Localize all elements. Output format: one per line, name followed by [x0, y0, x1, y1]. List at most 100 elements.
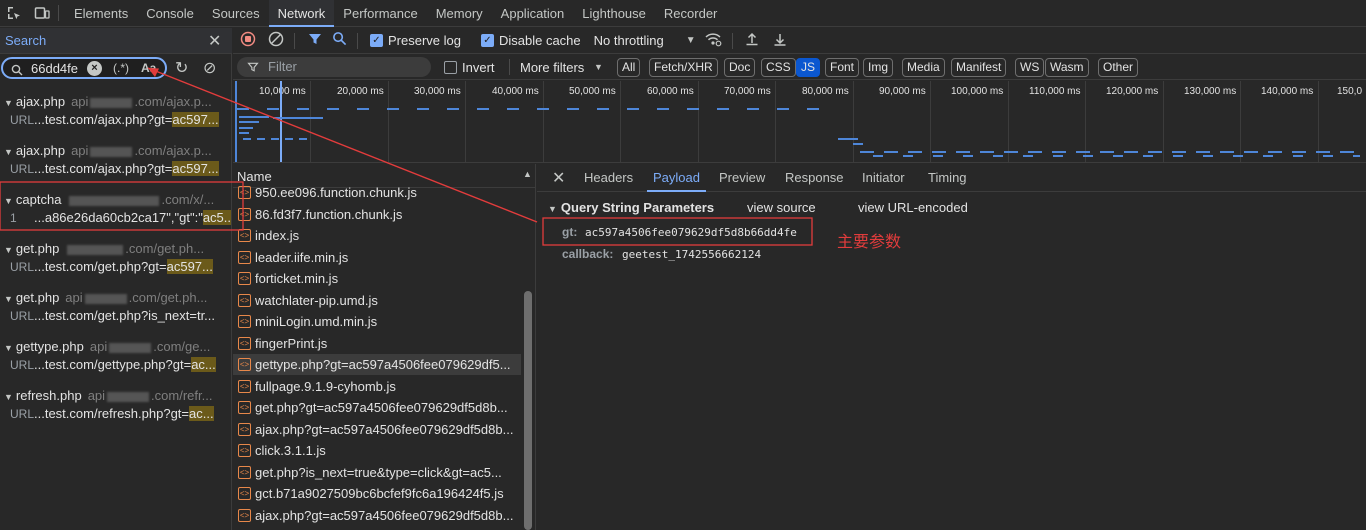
type-filter-ws[interactable]: WS — [1015, 58, 1045, 77]
tab-preview[interactable]: Preview — [713, 164, 771, 192]
invert-checkbox[interactable] — [444, 61, 457, 74]
export-har-icon[interactable] — [773, 32, 787, 50]
request-row[interactable]: <> get.php?gt=ac597a4506fee079629df5d8b..… — [233, 397, 521, 418]
type-filter-img[interactable]: Img — [863, 58, 894, 77]
tab-sources[interactable]: Sources — [203, 0, 269, 27]
view-source-link[interactable]: view source — [747, 200, 816, 215]
tab-lighthouse[interactable]: Lighthouse — [573, 0, 655, 27]
scrollbar-thumb[interactable] — [524, 291, 532, 530]
close-search-icon[interactable]: ✕ — [208, 31, 221, 51]
request-row[interactable]: <> gct.b71a9027509bc6bcfef9fc6a196424f5.j… — [233, 483, 521, 504]
result-line[interactable]: URL...test.com/refresh.php?gt=ac... — [0, 406, 231, 426]
expand-arrow-icon[interactable]: ▼ — [4, 196, 13, 206]
result-line[interactable]: 1 ...a86e26da60cb2ca17","gt":"ac5... — [0, 210, 231, 230]
toolbar-divider — [357, 32, 358, 49]
device-toolbar-icon[interactable] — [32, 3, 52, 23]
filter-input[interactable]: Filter — [237, 57, 431, 77]
type-filter-all[interactable]: All — [617, 58, 641, 77]
search-result[interactable]: ▼ ajax.php api .com/ajax.p... URL...test.co… — [0, 138, 232, 187]
collapse-arrow-icon[interactable]: ▼ — [548, 204, 557, 214]
result-line[interactable]: URL...test.com/get.php?gt=ac597... — [0, 259, 231, 279]
search-network-icon[interactable] — [332, 31, 347, 50]
disable-cache-checkbox[interactable]: ✓ — [480, 34, 494, 47]
more-filters-button[interactable]: More filters — [520, 60, 584, 75]
preserve-log-checkbox[interactable]: ✓ — [370, 34, 383, 47]
request-row[interactable]: <> 86.fd3f7.function.chunk.js — [233, 204, 521, 225]
type-filter-media[interactable]: Media — [902, 58, 945, 77]
toolbar-divider — [294, 32, 295, 49]
network-conditions-icon[interactable] — [704, 31, 722, 50]
stop-recording-icon[interactable] — [240, 31, 256, 51]
search-result[interactable]: ▼ get.php api .com/get.ph... URL...test.com… — [0, 285, 232, 334]
request-row[interactable]: <> leader.iife.min.js — [233, 247, 521, 268]
timeline-bar — [239, 116, 269, 118]
result-line[interactable]: URL...test.com/gettype.php?gt=ac... — [0, 357, 231, 377]
tab-headers[interactable]: Headers — [578, 164, 639, 192]
request-row[interactable]: <> forticket.min.js — [233, 268, 521, 289]
refresh-search-icon[interactable]: ↻ — [175, 58, 188, 78]
expand-arrow-icon[interactable]: ▼ — [4, 98, 13, 108]
search-input[interactable]: 66dd4fe × (.*) Aa — [1, 57, 167, 79]
tab-response[interactable]: Response — [779, 164, 850, 192]
chevron-down-icon[interactable]: ▼ — [686, 35, 696, 46]
request-row[interactable]: <> index.js — [233, 225, 521, 246]
regex-toggle[interactable]: (.*) — [113, 61, 129, 75]
tab-memory[interactable]: Memory — [427, 0, 492, 27]
tab-payload[interactable]: Payload — [647, 164, 706, 192]
request-row[interactable]: <> get.php?is_next=true&type=click&gt=ac5… — [233, 462, 521, 483]
clear-search-icon[interactable]: ⊘ — [203, 58, 216, 78]
throttling-select[interactable]: No throttling — [594, 33, 664, 48]
type-filter-wasm[interactable]: Wasm — [1045, 58, 1089, 77]
close-details-icon[interactable]: ✕ — [552, 168, 565, 188]
tab-initiator[interactable]: Initiator — [856, 164, 911, 192]
match-case-toggle[interactable]: Aa — [141, 61, 156, 75]
expand-arrow-icon[interactable]: ▼ — [4, 294, 13, 304]
type-filter-other[interactable]: Other — [1098, 58, 1139, 77]
search-result[interactable]: ▼ refresh.php api .com/refr... URL...test.c… — [0, 383, 232, 432]
tab-performance[interactable]: Performance — [334, 0, 426, 27]
tab-elements[interactable]: Elements — [65, 0, 137, 27]
expand-arrow-icon[interactable]: ▼ — [4, 245, 13, 255]
request-row[interactable]: <> ajax.php?gt=ac597a4506fee079629df5d8b.… — [233, 505, 521, 526]
tab-timing[interactable]: Timing — [922, 164, 973, 192]
timeline-tick-label: 130,000 ms — [1184, 86, 1237, 97]
type-filter-font[interactable]: Font — [825, 58, 860, 77]
search-result[interactable]: ▼ captcha .com/x/... 1 ...a86e26da60cb2ca17… — [0, 187, 232, 236]
result-line[interactable]: URL...test.com/ajax.php?gt=ac597... — [0, 161, 231, 181]
request-row[interactable]: <> watchlater-pip.umd.js — [233, 290, 521, 311]
clear-query-icon[interactable]: × — [87, 61, 102, 76]
request-row[interactable]: <> 950.ee096.function.chunk.js — [233, 182, 521, 203]
import-har-icon[interactable] — [745, 32, 759, 50]
sort-asc-icon[interactable]: ▲ — [523, 169, 532, 179]
inspect-element-icon[interactable] — [4, 3, 24, 23]
expand-arrow-icon[interactable]: ▼ — [4, 392, 13, 402]
view-url-encoded-link[interactable]: view URL-encoded — [858, 200, 968, 215]
type-filter-css[interactable]: CSS — [761, 58, 796, 77]
tab-recorder[interactable]: Recorder — [655, 0, 726, 27]
tab-application[interactable]: Application — [492, 0, 574, 27]
request-row[interactable]: <> fingerPrint.js — [233, 333, 521, 354]
expand-arrow-icon[interactable]: ▼ — [4, 343, 13, 353]
request-row[interactable]: <> click.3.1.1.js — [233, 440, 521, 461]
expand-arrow-icon[interactable]: ▼ — [4, 147, 13, 157]
query-params-section-header[interactable]: ▼ Query String Parameters — [548, 200, 714, 215]
request-row[interactable]: <> ajax.php?gt=ac597a4506fee079629df5d8b.… — [233, 419, 521, 440]
search-result[interactable]: ▼ ajax.php api .com/ajax.p... URL...test.co… — [0, 89, 232, 138]
clear-log-icon[interactable] — [268, 31, 284, 51]
timeline-overview[interactable]: 10,000 ms 20,000 ms 30,000 ms 40,000 ms … — [233, 81, 1366, 163]
tab-network[interactable]: Network — [268, 0, 335, 27]
type-filter-doc[interactable]: Doc — [724, 58, 756, 77]
search-result[interactable]: ▼ get.php .com/get.ph... URL...test.com/ge… — [0, 236, 232, 285]
type-filter-manifest[interactable]: Manifest — [951, 58, 1007, 77]
request-row[interactable]: <> fullpage.9.1.9-cyhomb.js — [233, 376, 521, 397]
filter-icon[interactable] — [307, 31, 323, 51]
type-filter-js[interactable]: JS — [796, 58, 821, 77]
search-result[interactable]: ▼ gettype.php api .com/ge... URL...test.com… — [0, 334, 232, 383]
result-line[interactable]: URL...test.com/get.php?is_next=tr... — [0, 308, 231, 328]
result-line[interactable]: URL...test.com/ajax.php?gt=ac597... — [0, 112, 231, 132]
request-row[interactable]: <> miniLogin.umd.min.js — [233, 311, 521, 332]
chevron-down-icon[interactable]: ▼ — [594, 62, 603, 72]
type-filter-fetch-xhr[interactable]: Fetch/XHR — [649, 58, 718, 77]
tab-console[interactable]: Console — [137, 0, 203, 27]
request-row-selected[interactable]: <> gettype.php?gt=ac597a4506fee079629df5.… — [233, 354, 521, 375]
